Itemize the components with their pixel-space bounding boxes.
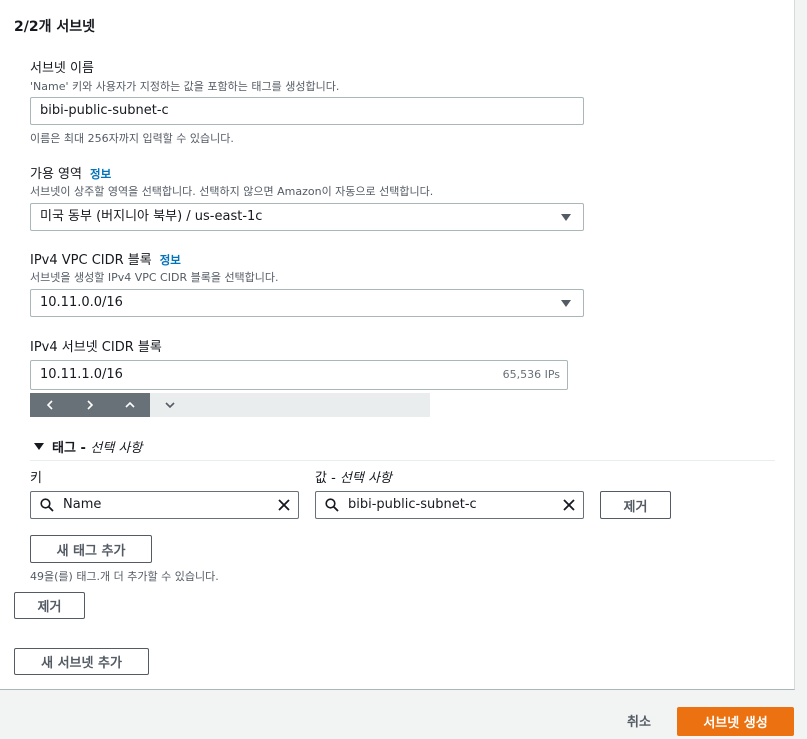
decrement-button[interactable]: [30, 393, 70, 417]
chevron-left-icon: [46, 400, 53, 410]
collapse-button[interactable]: [150, 393, 190, 417]
add-subnet-button[interactable]: 새 서브넷 추가: [14, 648, 149, 675]
cancel-button[interactable]: 취소: [627, 711, 651, 730]
section-title: 2/2개 서브넷: [14, 19, 95, 35]
tag-key-input[interactable]: Name: [30, 491, 299, 519]
vpc-cidr-info-link[interactable]: 정보: [160, 253, 181, 267]
create-subnet-button[interactable]: 서브넷 생성: [677, 707, 794, 736]
chevron-up-icon: [125, 401, 135, 408]
search-icon: [325, 498, 339, 512]
tag-value-label-optional: 선택 사항: [339, 471, 392, 486]
expand-button[interactable]: [110, 393, 150, 417]
chevron-right-icon: [87, 400, 94, 410]
clear-icon[interactable]: [277, 498, 291, 512]
tag-value-label-prefix: 값 -: [315, 471, 340, 486]
remove-subnet-button[interactable]: 제거: [14, 592, 85, 619]
availability-zone-info-link[interactable]: 정보: [90, 167, 111, 181]
subnet-cidr-label: IPv4 서브넷 CIDR 블록: [30, 340, 162, 355]
availability-zone-select[interactable]: 미국 동부 (버지니아 북부) / us-east-1c: [30, 203, 584, 231]
subnet-cidr-value: 10.11.1.0/16: [40, 367, 123, 382]
availability-zone-label: 가용 영역 정보: [30, 163, 111, 182]
subnet-name-description: 'Name' 키와 사용자가 지정하는 값을 포함하는 태그를 생성합니다.: [30, 80, 340, 93]
tag-key-value: Name: [63, 497, 102, 512]
tags-section-toggle[interactable]: 태그 - 선택 사항: [34, 437, 142, 456]
subnet-name-input[interactable]: bibi-public-subnet-c: [30, 97, 584, 125]
vpc-cidr-select[interactable]: 10.11.0.0/16: [30, 289, 584, 317]
tag-value-value: bibi-public-subnet-c: [348, 497, 477, 512]
caret-down-icon: [34, 443, 44, 450]
tag-value-label: 값 - 선택 사항: [315, 467, 392, 486]
caret-down-icon: [561, 214, 571, 221]
tag-value-input[interactable]: bibi-public-subnet-c: [315, 491, 584, 519]
ip-count: 65,536 IPs: [502, 368, 560, 381]
clear-icon[interactable]: [562, 498, 576, 512]
chevron-down-icon: [165, 402, 175, 409]
availability-zone-value: 미국 동부 (버지니아 북부) / us-east-1c: [40, 209, 263, 224]
subnet-cidr-input[interactable]: 10.11.1.0/16 65,536 IPs: [30, 360, 568, 390]
caret-down-icon: [561, 300, 571, 307]
subnet-settings-panel: 2/2개 서브넷 서브넷 이름 'Name' 키와 사용자가 지정하는 값을 포…: [0, 0, 795, 690]
vpc-cidr-description: 서브넷을 생성할 IPv4 VPC CIDR 블록을 선택합니다.: [30, 271, 279, 284]
remove-tag-button[interactable]: 제거: [600, 491, 671, 519]
vpc-cidr-value: 10.11.0.0/16: [40, 295, 123, 310]
tag-key-label: 키: [30, 471, 42, 486]
vpc-cidr-label-text: IPv4 VPC CIDR 블록: [30, 253, 152, 268]
search-icon: [40, 498, 54, 512]
divider: [30, 460, 775, 461]
subnet-name-hint: 이름은 최대 256자까지 입력할 수 있습니다.: [30, 132, 234, 145]
vpc-cidr-label: IPv4 VPC CIDR 블록 정보: [30, 249, 181, 268]
cidr-stepper: [30, 393, 430, 417]
tags-remaining-hint: 49을(를) 태그.개 더 추가할 수 있습니다.: [30, 570, 219, 583]
tags-header-optional: 선택 사항: [90, 441, 143, 456]
availability-zone-description: 서브넷이 상주할 영역을 선택합니다. 선택하지 않으면 Amazon이 자동으…: [30, 185, 434, 198]
availability-zone-label-text: 가용 영역: [30, 167, 82, 182]
tags-header-prefix: 태그 -: [52, 441, 86, 456]
increment-button[interactable]: [70, 393, 110, 417]
add-tag-button[interactable]: 새 태그 추가: [30, 535, 152, 563]
subnet-name-label: 서브넷 이름: [30, 61, 94, 76]
